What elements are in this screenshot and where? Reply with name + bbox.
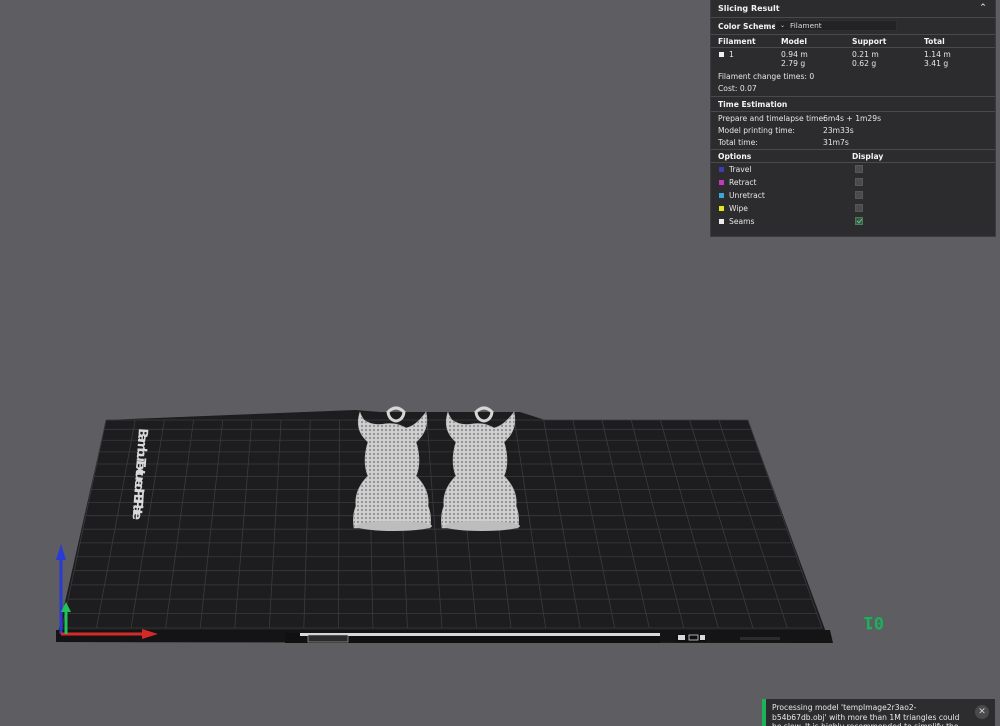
support-weight: 0.62 g <box>852 59 877 68</box>
time-estimation-title: Time Estimation <box>718 100 788 109</box>
header-model: Model <box>781 37 807 46</box>
option-display-checkbox[interactable] <box>855 165 863 173</box>
model-length: 0.94 m <box>781 50 808 59</box>
display-header: Display <box>852 152 884 161</box>
option-row-unretract: Unretract <box>711 189 995 202</box>
option-color-swatch <box>719 219 724 224</box>
header-filament: Filament <box>718 37 756 46</box>
option-display-checkbox[interactable] <box>855 191 863 199</box>
filament-color-swatch <box>719 52 724 57</box>
cost-row: Cost: 0.07 <box>711 82 995 96</box>
time-estimation-header: Time Estimation <box>711 97 995 111</box>
prepare-time-row: Prepare and timelapse time: 6m4s + 1m29s <box>711 112 995 124</box>
model-time-row: Model printing time: 23m33s <box>711 124 995 136</box>
cost-value: Cost: 0.07 <box>718 84 757 93</box>
total-time-value: 31m7s <box>823 138 849 147</box>
header-total: Total <box>924 37 945 46</box>
plate-number: 01 <box>864 612 884 632</box>
option-display-checkbox[interactable] <box>855 178 863 186</box>
option-display-checkbox[interactable] <box>855 217 863 225</box>
total-time-row: Total time: 31m7s <box>711 136 995 149</box>
option-color-swatch <box>719 180 724 185</box>
color-scheme-label: Color Scheme <box>718 22 777 31</box>
option-row-wipe: Wipe <box>711 202 995 215</box>
total-length: 1.14 m <box>924 50 951 59</box>
options-header-row: Options Display <box>711 150 995 162</box>
color-scheme-row: Color Scheme ⌄ Filament <box>711 18 995 34</box>
slicing-result-panel: Slicing Result ⌃ Color Scheme ⌄ Filament… <box>710 0 996 237</box>
filament-row: 1 0.94 m 2.79 g 0.21 m 0.62 g 1.14 m 3.4… <box>711 48 995 70</box>
options-header: Options <box>718 152 752 161</box>
option-row-travel: Travel <box>711 163 995 176</box>
chevron-down-icon: ⌄ <box>780 21 786 29</box>
option-color-swatch <box>719 193 724 198</box>
support-length: 0.21 m <box>852 50 879 59</box>
options-list: Travel Retract Unretract Wipe Seams <box>711 163 995 228</box>
option-row-seams: Seams <box>711 215 995 228</box>
option-label: Retract <box>729 178 757 187</box>
option-label: Unretract <box>729 191 765 200</box>
filament-change-row: Filament change times: 0 <box>711 70 995 82</box>
option-label: Travel <box>729 165 752 174</box>
notification-text: Processing model 'tempImage2r3ao2-b54b67… <box>772 703 960 726</box>
notification-toast: Processing model 'tempImage2r3ao2-b54b67… <box>762 699 995 726</box>
model-weight: 2.79 g <box>781 59 806 68</box>
slicing-result-title: Slicing Result <box>718 3 780 13</box>
filament-table-header: Filament Model Support Total <box>711 35 995 47</box>
color-scheme-value: Filament <box>790 20 822 30</box>
header-support: Support <box>852 37 887 46</box>
total-time-label: Total time: <box>718 138 758 147</box>
option-color-swatch <box>719 206 724 211</box>
collapse-chevron-icon[interactable]: ⌃ <box>978 4 988 14</box>
filament-change-times: Filament change times: 0 <box>718 72 815 81</box>
model-time-label: Model printing time: <box>718 126 795 135</box>
slicing-result-header: Slicing Result ⌃ <box>711 0 995 17</box>
model-time-value: 23m33s <box>823 126 854 135</box>
color-scheme-dropdown[interactable]: ⌄ Filament <box>775 20 897 31</box>
total-weight: 3.41 g <box>924 59 949 68</box>
option-display-checkbox[interactable] <box>855 204 863 212</box>
prepare-time-label: Prepare and timelapse time: <box>718 114 826 123</box>
option-color-swatch <box>719 167 724 172</box>
close-icon[interactable]: ✕ <box>975 705 989 719</box>
prepare-time-value: 6m4s + 1m29s <box>823 114 882 123</box>
option-label: Seams <box>729 217 755 226</box>
option-row-retract: Retract <box>711 176 995 189</box>
filament-id: 1 <box>729 50 734 59</box>
option-label: Wipe <box>729 204 748 213</box>
